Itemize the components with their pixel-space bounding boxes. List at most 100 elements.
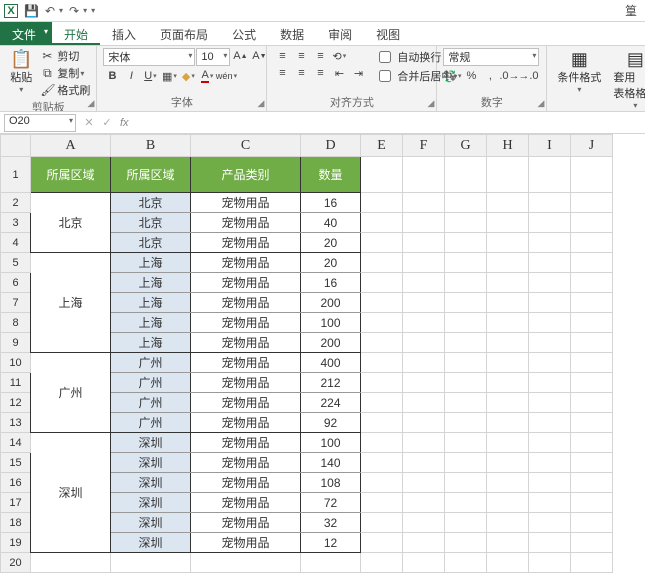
cell[interactable] bbox=[571, 293, 613, 313]
cell[interactable] bbox=[445, 273, 487, 293]
paste-button[interactable]: 📋 粘贴 ▾ bbox=[6, 48, 36, 96]
cell[interactable] bbox=[403, 213, 445, 233]
cell[interactable] bbox=[403, 393, 445, 413]
fx-icon[interactable]: fx bbox=[120, 117, 129, 129]
cell[interactable] bbox=[403, 293, 445, 313]
format-painter-button[interactable]: 🖌格式刷 bbox=[40, 82, 90, 98]
table-header-cell[interactable]: 产品类别 bbox=[191, 157, 301, 193]
cell[interactable] bbox=[361, 293, 403, 313]
cell[interactable] bbox=[529, 473, 571, 493]
region-merged-cell[interactable]: 深圳 bbox=[31, 433, 111, 553]
tab-view[interactable]: 视图 bbox=[364, 22, 412, 45]
cell[interactable] bbox=[361, 453, 403, 473]
cell[interactable] bbox=[487, 373, 529, 393]
cell[interactable] bbox=[403, 333, 445, 353]
name-box[interactable]: O20 bbox=[4, 114, 76, 132]
cell[interactable] bbox=[445, 493, 487, 513]
cell[interactable] bbox=[445, 313, 487, 333]
cell[interactable]: 108 bbox=[301, 473, 361, 493]
orientation-icon[interactable]: ⟲▾ bbox=[330, 48, 348, 64]
row-header[interactable]: 19 bbox=[1, 533, 31, 553]
number-format-select[interactable]: 常规 bbox=[443, 48, 539, 66]
redo-icon[interactable]: ↷ bbox=[69, 4, 79, 18]
cell[interactable] bbox=[31, 553, 111, 573]
cell[interactable]: 深圳 bbox=[111, 533, 191, 553]
row-header[interactable]: 2 bbox=[1, 193, 31, 213]
region-merged-cell[interactable]: 广州 bbox=[31, 353, 111, 433]
cell[interactable] bbox=[445, 533, 487, 553]
cell[interactable] bbox=[403, 273, 445, 293]
increase-decimal-icon[interactable]: .0→ bbox=[500, 68, 518, 84]
cell[interactable] bbox=[361, 513, 403, 533]
cell[interactable]: 广州 bbox=[111, 413, 191, 433]
cell[interactable]: 宠物用品 bbox=[191, 273, 301, 293]
increase-font-icon[interactable]: A▲ bbox=[231, 48, 249, 64]
cell[interactable] bbox=[529, 433, 571, 453]
formula-input[interactable] bbox=[133, 114, 645, 132]
cell[interactable]: 宠物用品 bbox=[191, 233, 301, 253]
cell[interactable] bbox=[445, 513, 487, 533]
cell[interactable] bbox=[403, 493, 445, 513]
cell[interactable]: 92 bbox=[301, 413, 361, 433]
cell[interactable] bbox=[529, 213, 571, 233]
cell[interactable] bbox=[361, 393, 403, 413]
cell[interactable]: 上海 bbox=[111, 333, 191, 353]
cell[interactable] bbox=[361, 473, 403, 493]
cell[interactable] bbox=[361, 193, 403, 213]
row-header[interactable]: 11 bbox=[1, 373, 31, 393]
cell[interactable] bbox=[403, 373, 445, 393]
column-header[interactable]: E bbox=[361, 135, 403, 157]
cell[interactable]: 深圳 bbox=[111, 433, 191, 453]
row-header[interactable]: 5 bbox=[1, 253, 31, 273]
align-left-icon[interactable]: ≡ bbox=[273, 65, 291, 81]
cell[interactable]: 广州 bbox=[111, 393, 191, 413]
cell[interactable] bbox=[361, 373, 403, 393]
font-size-select[interactable]: 10 bbox=[196, 48, 230, 66]
cell[interactable] bbox=[529, 453, 571, 473]
cell[interactable] bbox=[529, 393, 571, 413]
cell[interactable] bbox=[529, 333, 571, 353]
cell[interactable] bbox=[529, 313, 571, 333]
cell[interactable] bbox=[571, 233, 613, 253]
cell[interactable] bbox=[361, 333, 403, 353]
cell[interactable] bbox=[361, 493, 403, 513]
cell[interactable]: 宠物用品 bbox=[191, 533, 301, 553]
cell[interactable] bbox=[111, 553, 191, 573]
cell[interactable] bbox=[403, 253, 445, 273]
cell[interactable]: 32 bbox=[301, 513, 361, 533]
increase-indent-icon[interactable]: ⇥ bbox=[349, 65, 367, 81]
cell[interactable] bbox=[487, 233, 529, 253]
cell[interactable] bbox=[403, 513, 445, 533]
cell[interactable] bbox=[571, 553, 613, 573]
row-header[interactable]: 14 bbox=[1, 433, 31, 453]
accounting-format-icon[interactable]: 💱▾ bbox=[443, 68, 461, 84]
cell[interactable]: 宠物用品 bbox=[191, 373, 301, 393]
confirm-edit-icon[interactable]: ✓ bbox=[98, 116, 116, 129]
cell[interactable]: 北京 bbox=[111, 233, 191, 253]
redo-dropdown-icon[interactable]: ▾ bbox=[83, 6, 87, 15]
cell[interactable]: 20 bbox=[301, 253, 361, 273]
font-name-select[interactable]: 宋体 bbox=[103, 48, 195, 66]
cell[interactable]: 72 bbox=[301, 493, 361, 513]
cell[interactable] bbox=[445, 253, 487, 273]
tab-review[interactable]: 审阅 bbox=[316, 22, 364, 45]
cell[interactable] bbox=[403, 233, 445, 253]
cell[interactable]: 400 bbox=[301, 353, 361, 373]
cell[interactable] bbox=[529, 413, 571, 433]
cell[interactable]: 深圳 bbox=[111, 473, 191, 493]
cell[interactable]: 上海 bbox=[111, 313, 191, 333]
cell[interactable]: 上海 bbox=[111, 273, 191, 293]
table-header-cell[interactable]: 数量 bbox=[301, 157, 361, 193]
cell[interactable] bbox=[529, 253, 571, 273]
cell[interactable] bbox=[571, 493, 613, 513]
decrease-decimal-icon[interactable]: →.0 bbox=[519, 68, 537, 84]
cell[interactable]: 深圳 bbox=[111, 493, 191, 513]
cell[interactable] bbox=[529, 353, 571, 373]
align-top-icon[interactable]: ≡ bbox=[273, 48, 291, 64]
column-header[interactable]: F bbox=[403, 135, 445, 157]
cell[interactable] bbox=[445, 293, 487, 313]
cell[interactable] bbox=[487, 273, 529, 293]
italic-button[interactable]: I bbox=[122, 68, 140, 84]
row-header[interactable]: 10 bbox=[1, 353, 31, 373]
cell[interactable] bbox=[445, 413, 487, 433]
